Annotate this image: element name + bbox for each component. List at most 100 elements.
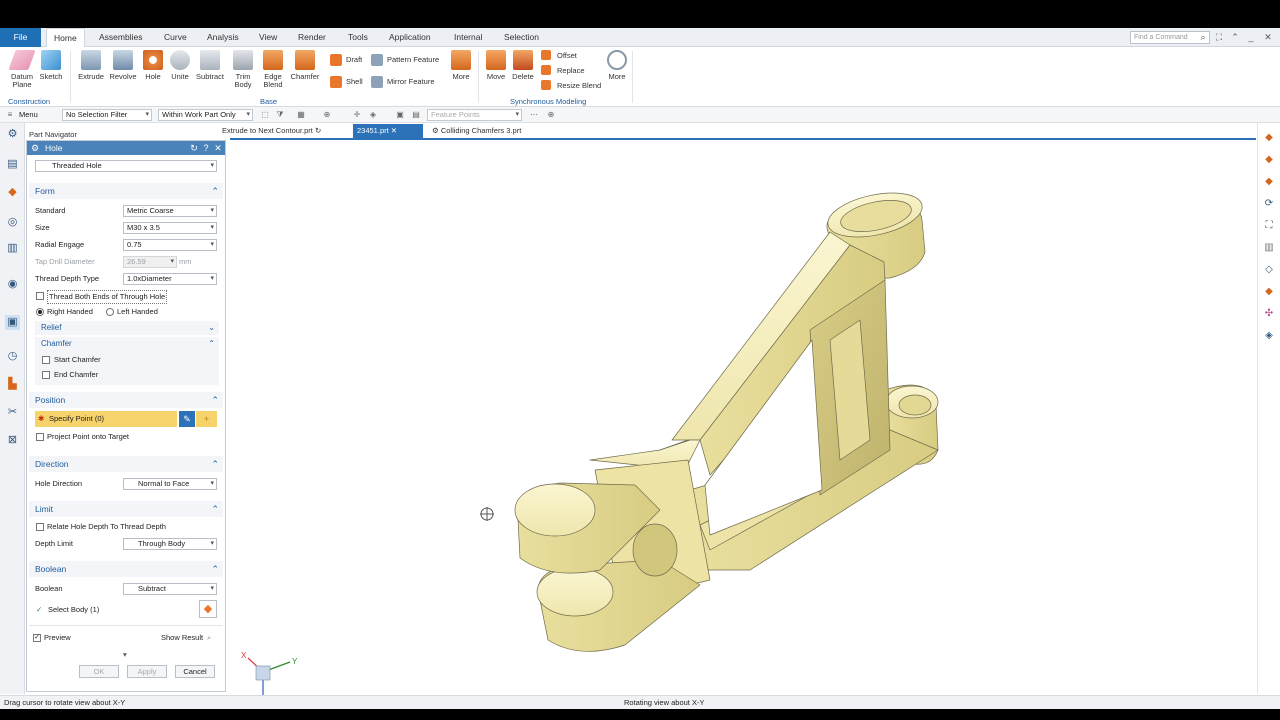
close-icon[interactable]: ✕ [1262, 31, 1274, 43]
feature-points-dropdown[interactable]: Feature Points [427, 109, 522, 121]
chevron-up-icon[interactable]: ⌃ [1229, 31, 1241, 43]
chevron-up-icon[interactable]: ⌃ [211, 561, 219, 577]
help-icon[interactable]: ? [201, 141, 211, 155]
left-handed-radio[interactable] [106, 308, 114, 316]
end-chamfer-checkbox[interactable] [42, 371, 50, 379]
thread-both-ends-checkbox[interactable] [36, 292, 44, 300]
process-studio-icon[interactable]: ✂ [5, 405, 20, 420]
snap-vertex-icon[interactable]: ▤ [411, 110, 421, 120]
start-chamfer-checkbox[interactable] [42, 356, 50, 364]
menu-icon[interactable]: ≡ [5, 110, 15, 120]
select-icon[interactable]: ⬚ [260, 110, 270, 120]
thread-both-ends-label[interactable]: Thread Both Ends of Through Hole [47, 290, 168, 304]
delete-button[interactable]: Delete [508, 50, 538, 81]
sketch-point-icon[interactable]: + [196, 411, 217, 427]
hole-type-dropdown[interactable]: Threaded Hole [35, 160, 217, 172]
tab-curve[interactable]: Curve [157, 28, 194, 47]
part-navigator-icon[interactable]: ▤ [5, 157, 20, 172]
palette-icon[interactable]: ▙ [5, 377, 20, 392]
tab-analysis[interactable]: Analysis [200, 28, 246, 47]
body-select-icon[interactable]: ◆ [199, 600, 217, 618]
gear-icon[interactable]: ⚙ [31, 141, 39, 155]
chamfer-button[interactable]: Chamfer [290, 50, 320, 81]
chamfer-subsection[interactable]: Chamfer ⌃ [35, 337, 219, 351]
tab-render[interactable]: Render [291, 28, 333, 47]
tab-application[interactable]: Application [382, 28, 438, 47]
shaded-icon[interactable]: ◆ [1262, 153, 1276, 167]
reset-icon[interactable]: ↻ [189, 141, 199, 155]
hole-button[interactable]: Hole [138, 50, 168, 81]
chevron-up-icon[interactable]: ⌃ [211, 392, 219, 408]
right-handed-radio[interactable] [36, 308, 44, 316]
rotate-icon[interactable]: ⟳ [1262, 197, 1276, 211]
boolean-section-header[interactable]: Boolean ⌃ [29, 561, 223, 577]
shell-button[interactable]: Shell [330, 75, 363, 89]
tap-drill-input[interactable]: 26.59 [123, 256, 177, 268]
chevron-up-icon[interactable]: ⌃ [211, 501, 219, 517]
chevron-up-icon[interactable]: ⌃ [211, 183, 219, 199]
tab-internal[interactable]: Internal [447, 28, 489, 47]
form-section-header[interactable]: Form ⌃ [29, 183, 223, 199]
edge-blend-button[interactable]: Edge Blend [258, 50, 288, 89]
limit-section-header[interactable]: Limit ⌃ [29, 501, 223, 517]
hole-direction-dropdown[interactable]: Normal to Face [123, 478, 217, 490]
web-browser-icon[interactable]: ◉ [5, 277, 20, 292]
point-type-icon[interactable]: ◈ [368, 110, 378, 120]
chevron-up-icon[interactable]: ⌃ [208, 337, 215, 351]
tab-file[interactable]: File [0, 28, 41, 47]
thread-depth-type-dropdown[interactable]: 1.0xDiameter [123, 273, 217, 285]
graphics-window[interactable]: X Y Z [230, 140, 1256, 707]
trim-body-button[interactable]: Trim Body [228, 50, 258, 89]
pattern-feature-button[interactable]: Pattern Feature [371, 53, 439, 67]
clip-icon[interactable]: ◈ [1262, 329, 1276, 343]
tab-tools[interactable]: Tools [341, 28, 375, 47]
chevron-down-icon[interactable]: ▾ [123, 649, 127, 661]
window-layout-icon[interactable]: ⛶ [1213, 31, 1225, 43]
resize-blend-button[interactable]: Resize Blend [541, 79, 601, 93]
part-model[interactable] [230, 140, 1256, 694]
chevron-down-icon[interactable]: ⌄ [208, 321, 215, 335]
move-button[interactable]: Move [481, 50, 511, 81]
menu-button[interactable]: Menu [19, 109, 38, 121]
ok-button[interactable]: OK [79, 665, 119, 678]
unite-button[interactable]: Unite [165, 50, 195, 81]
tab-home[interactable]: Home [46, 28, 85, 48]
clock-icon[interactable]: ◷ [5, 349, 20, 364]
csys-icon[interactable]: ✣ [1262, 307, 1276, 321]
size-dropdown[interactable]: M30 x 3.5 [123, 222, 217, 234]
history-icon[interactable]: ◆ [5, 185, 20, 200]
tab-selection[interactable]: Selection [497, 28, 546, 47]
settings-icon[interactable]: ⚙ [5, 127, 20, 142]
datum-plane-button[interactable]: Datum Plane [7, 50, 37, 89]
view-orient-icon[interactable]: ◆ [1262, 131, 1276, 145]
point-dialog-icon[interactable]: ✎ [179, 411, 195, 427]
scope-dropdown[interactable]: Within Work Part Only [158, 109, 253, 121]
draft-button[interactable]: Draft [330, 53, 362, 67]
doc-tab-23451[interactable]: 23451.prt ✕ [353, 124, 423, 138]
search-icon[interactable]: ⌕ [1197, 31, 1209, 43]
layer-icon[interactable]: ▥ [1262, 241, 1276, 255]
roles-icon[interactable]: ⊠ [5, 433, 20, 448]
cancel-button[interactable]: Cancel [175, 665, 215, 678]
snap-icon[interactable]: ⊕ [322, 110, 332, 120]
apply-button[interactable]: Apply [127, 665, 167, 678]
specify-point-label[interactable]: Specify Point (0) [49, 413, 104, 425]
standard-dropdown[interactable]: Metric Coarse [123, 205, 217, 217]
doc-tab-extrude[interactable]: Extrude to Next Contour.prt ↻ [218, 124, 325, 138]
reuse-library-icon[interactable]: ▣ [5, 315, 20, 330]
constraint-navigator-icon[interactable]: ▥ [5, 241, 20, 256]
more-options-icon[interactable]: ⋯ [529, 110, 539, 120]
tab-view[interactable]: View [252, 28, 284, 47]
snap-point-icon[interactable]: ▣ [395, 110, 405, 120]
extrude-button[interactable]: Extrude [76, 50, 106, 81]
offset-button[interactable]: Offset [541, 49, 577, 63]
selection-mode-icon[interactable]: ▦ [296, 110, 306, 120]
close-icon[interactable]: ✕ [213, 141, 223, 155]
fit-icon[interactable]: ⛶ [1262, 219, 1276, 233]
shaded-edges-icon[interactable]: ◆ [1262, 175, 1276, 189]
sync-more-button[interactable]: More [602, 50, 632, 81]
position-section-header[interactable]: Position ⌃ [29, 392, 223, 408]
direction-section-header[interactable]: Direction ⌃ [29, 456, 223, 472]
doc-tab-colliding-chamfers[interactable]: ⚙ Colliding Chamfers 3.prt [428, 124, 525, 138]
radial-engage-dropdown[interactable]: 0.75 [123, 239, 217, 251]
